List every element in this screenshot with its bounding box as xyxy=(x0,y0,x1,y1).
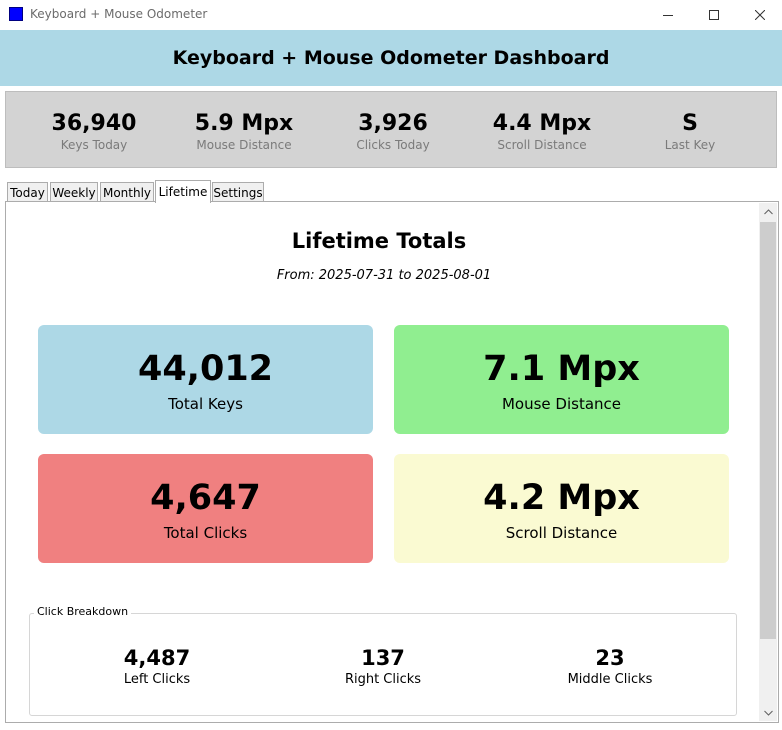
mouse-distance-card: 7.1 Mpx Mouse Distance xyxy=(394,325,729,434)
cb-label: Right Clicks xyxy=(344,672,422,687)
middle-clicks-stat: 23 Middle Clicks xyxy=(510,646,710,687)
stat-value: 4.4 Mpx xyxy=(492,111,592,136)
title-bar: Keyboard + Mouse Odometer xyxy=(0,0,782,30)
minimize-button[interactable] xyxy=(645,0,691,30)
lifetime-date-range: From: 2025-07-31 to 2025-08-01 xyxy=(276,268,492,283)
stat-mouse-distance: 5.9 Mpx Mouse Distance xyxy=(169,111,319,153)
chevron-down-icon xyxy=(763,710,773,716)
total-clicks-card: 4,647 Total Clicks xyxy=(38,454,373,563)
tab-lifetime[interactable]: Lifetime xyxy=(155,180,211,203)
maximize-button[interactable] xyxy=(691,0,737,30)
card-label: Total Keys xyxy=(168,395,243,413)
cb-label: Middle Clicks xyxy=(567,672,653,687)
stat-value: 3,926 xyxy=(358,111,428,136)
tab-weekly[interactable]: Weekly xyxy=(50,182,98,202)
vertical-scrollbar[interactable] xyxy=(759,203,777,721)
stat-keys-today: 36,940 Keys Today xyxy=(19,111,169,153)
card-value: 4.2 Mpx xyxy=(483,478,640,518)
stat-clicks-today: 3,926 Clicks Today xyxy=(318,111,468,153)
cb-value: 23 xyxy=(595,646,625,670)
stat-label: Scroll Distance xyxy=(497,138,587,152)
scroll-distance-card: 4.2 Mpx Scroll Distance xyxy=(394,454,729,563)
card-label: Mouse Distance xyxy=(501,395,622,413)
scroll-up-button[interactable] xyxy=(759,203,777,220)
minimize-icon xyxy=(663,15,673,16)
cb-value: 4,487 xyxy=(123,646,191,670)
tab-settings[interactable]: Settings xyxy=(212,182,264,202)
stat-label: Last Key xyxy=(664,138,716,152)
stat-label: Mouse Distance xyxy=(196,138,292,152)
dashboard-header: Keyboard + Mouse Odometer Dashboard xyxy=(0,30,782,86)
close-icon xyxy=(755,10,765,20)
stat-label: Keys Today xyxy=(60,138,128,152)
left-clicks-stat: 4,487 Left Clicks xyxy=(57,646,257,687)
card-label: Total Clicks xyxy=(163,524,248,542)
cb-value: 137 xyxy=(361,646,405,670)
window-title: Keyboard + Mouse Odometer xyxy=(30,7,208,21)
card-value: 44,012 xyxy=(137,349,274,389)
chevron-up-icon xyxy=(763,208,773,214)
stats-bar: 36,940 Keys Today 5.9 Mpx Mouse Distance… xyxy=(5,91,777,168)
tab-today[interactable]: Today xyxy=(7,182,48,202)
scroll-down-button[interactable] xyxy=(759,704,777,721)
stat-label: Clicks Today xyxy=(356,138,430,152)
click-breakdown-title: Click Breakdown xyxy=(34,605,132,618)
close-button[interactable] xyxy=(737,0,782,30)
tab-monthly[interactable]: Monthly xyxy=(100,182,154,202)
lifetime-title: Lifetime Totals xyxy=(291,229,467,253)
right-clicks-stat: 137 Right Clicks xyxy=(283,646,483,687)
maximize-icon xyxy=(709,10,719,20)
total-keys-card: 44,012 Total Keys xyxy=(38,325,373,434)
scrollbar-thumb[interactable] xyxy=(760,222,776,639)
card-value: 4,647 xyxy=(150,478,261,518)
stat-value: S xyxy=(682,111,698,136)
stat-last-key: S Last Key xyxy=(615,111,765,153)
stat-value: 36,940 xyxy=(51,111,137,136)
app-icon xyxy=(9,7,23,21)
stat-scroll-distance: 4.4 Mpx Scroll Distance xyxy=(467,111,617,153)
card-value: 7.1 Mpx xyxy=(483,349,640,389)
card-label: Scroll Distance xyxy=(505,524,618,542)
stat-value: 5.9 Mpx xyxy=(194,111,294,136)
cb-label: Left Clicks xyxy=(123,672,191,687)
dashboard-title: Keyboard + Mouse Odometer Dashboard xyxy=(172,47,610,69)
